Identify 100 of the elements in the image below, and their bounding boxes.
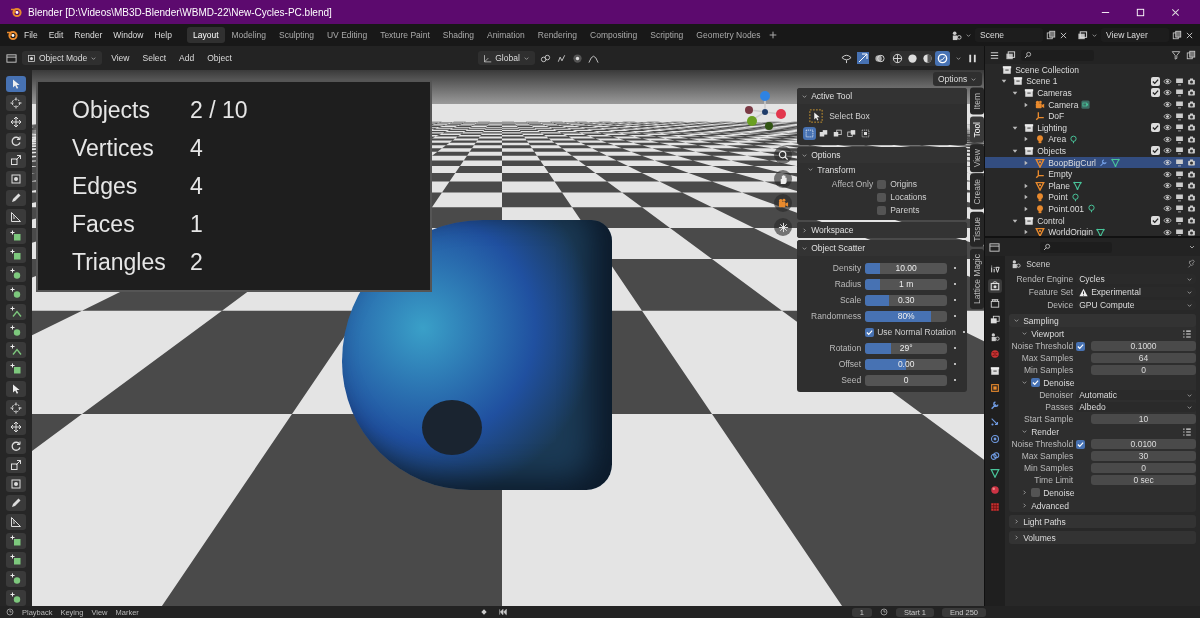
slider[interactable]: 29°	[865, 342, 948, 354]
outliner-item-name: Empty	[1048, 169, 1073, 180]
outliner-row[interactable]: Area	[985, 133, 1200, 146]
outliner-row[interactable]: DoF	[985, 110, 1200, 122]
panel-header[interactable]: Active Tool	[797, 88, 968, 104]
number-field[interactable]: 0 sec	[1091, 474, 1196, 486]
outliner-item-name: Cameras	[1037, 88, 1072, 98]
panel-header[interactable]: Object Scatter	[797, 240, 968, 256]
number-field[interactable]: 64	[1091, 352, 1196, 364]
panel-header[interactable]: Volumes	[1009, 531, 1196, 544]
panel-header[interactable]: Sampling	[1009, 314, 1196, 327]
workspace-tab[interactable]: Texture Paint	[374, 27, 436, 43]
outliner-row[interactable]: Scene Collection	[985, 64, 1200, 76]
outliner-item-name: BoopBigCurl	[1048, 157, 1096, 168]
stat-value: 1	[190, 210, 204, 238]
slider[interactable]: 0.00	[865, 358, 948, 370]
outliner-row[interactable]: Point	[985, 191, 1200, 204]
slider[interactable]: 10.00	[865, 262, 948, 274]
outliner-row[interactable]: WorldOrigin	[985, 226, 1200, 236]
outliner-row[interactable]: Scene 1	[985, 75, 1200, 88]
workspace-tab[interactable]: Animation	[480, 27, 531, 43]
menu-item[interactable]: Add	[175, 51, 199, 65]
subpanel-header[interactable]: Viewport	[1009, 327, 1196, 340]
slider[interactable]: 0	[865, 374, 948, 386]
workspace-tab[interactable]: UV Editing	[320, 27, 374, 43]
outliner-row[interactable]: Empty	[985, 168, 1200, 180]
outliner-row[interactable]: Camera	[985, 98, 1200, 111]
number-field[interactable]: 10	[1091, 413, 1196, 425]
field-label: Denoiser	[1038, 390, 1074, 400]
number-field[interactable]: 30	[1091, 450, 1196, 462]
workspace-tab[interactable]: Sculpting	[273, 27, 320, 43]
outliner-item-name: Objects	[1037, 145, 1066, 156]
checkbox-label: Parents	[890, 205, 920, 215]
workspace-tab[interactable]: Modeling	[225, 27, 272, 43]
field-label: Time Limit	[1033, 475, 1074, 485]
menu-item[interactable]: Window	[108, 28, 149, 42]
checkbox-label: Locations	[890, 192, 927, 202]
slider[interactable]: 0.30	[865, 294, 948, 306]
number-field[interactable]: 0	[1091, 462, 1196, 474]
subpanel-header[interactable]: Denoise	[1009, 376, 1196, 389]
outliner-item-name: Point.001	[1048, 203, 1085, 214]
number-field[interactable]: 0.0100	[1091, 438, 1196, 450]
number-field[interactable]: 0	[1091, 364, 1196, 376]
workspace-tab[interactable]: Layout	[186, 27, 225, 43]
field-label: Feature Set	[1027, 287, 1074, 297]
field-label: Seed	[840, 375, 862, 385]
subpanel-header[interactable]: Denoise	[1009, 486, 1196, 499]
panel-header[interactable]: Options	[797, 147, 968, 163]
number-field[interactable]: 0.1000	[1091, 340, 1196, 352]
dropdown-field[interactable]: Albedo	[1076, 401, 1196, 413]
stat-label: Edges	[72, 172, 139, 200]
outliner-item-name: Plane	[1048, 180, 1070, 191]
outliner-row[interactable]: BoopBigCurl	[985, 156, 1200, 169]
workspace-tab[interactable]: Scripting	[644, 27, 690, 43]
menu-item[interactable]: Edit	[43, 28, 69, 42]
menu-item[interactable]: Object	[203, 51, 236, 65]
workspace-tab[interactable]: Compositing	[584, 27, 644, 43]
subpanel-header[interactable]: Transform	[797, 163, 968, 176]
outliner-row[interactable]: Point.001	[985, 203, 1200, 215]
field-label: Passes	[1044, 402, 1074, 412]
field-label: Randomness	[810, 311, 862, 321]
field-label: Radius	[833, 279, 862, 289]
stat-value: 4	[190, 172, 204, 200]
stat-value: 4	[190, 134, 204, 162]
menu-item[interactable]: Render	[69, 28, 108, 42]
workspace-tab[interactable]: Rendering	[531, 27, 583, 43]
menu-item[interactable]: File	[19, 28, 43, 42]
subpanel-header[interactable]: Advanced	[1009, 499, 1196, 512]
field-label: Max Samples	[1020, 451, 1074, 461]
menu-item[interactable]: View	[107, 51, 134, 65]
workspace-tab[interactable]: Shading	[436, 27, 480, 43]
workspace-tab[interactable]: Geometry Nodes	[690, 27, 767, 43]
outliner-row[interactable]: Cameras	[985, 87, 1200, 99]
field-label: Device	[1046, 300, 1074, 310]
menu-item[interactable]: Select	[138, 51, 171, 65]
field-label: Start Sample	[1023, 414, 1074, 424]
orientation-dropdown[interactable]: Global	[478, 51, 535, 65]
scene-field[interactable]: Scene	[975, 28, 1043, 42]
options-dropdown[interactable]: Options	[932, 72, 983, 86]
field-label: Min Samples	[1023, 365, 1074, 375]
stat-value: 2	[190, 248, 204, 276]
outliner-item-name: WorldOrigin	[1048, 227, 1093, 236]
stat-value: 2 / 10	[190, 96, 249, 124]
slider[interactable]: 1 m	[865, 278, 948, 290]
panel-header[interactable]: Light Paths	[1009, 515, 1196, 528]
outliner-item-name: Scene Collection	[1015, 64, 1079, 75]
mode-dropdown[interactable]: Object Mode	[22, 51, 103, 65]
outliner-row[interactable]: Plane	[985, 179, 1200, 192]
outliner-row[interactable]: Objects	[985, 145, 1200, 157]
dropdown-field[interactable]: Automatic	[1076, 389, 1196, 401]
field-label: Affect Only	[830, 179, 874, 189]
checkbox-label: Origins	[890, 179, 918, 189]
panel-header[interactable]: Workspace	[797, 222, 968, 238]
field-label: Rotation	[828, 343, 862, 353]
view-layer-field[interactable]: View Layer	[1101, 28, 1169, 42]
menu-item[interactable]: Help	[149, 28, 177, 42]
slider[interactable]: 80%	[865, 310, 948, 322]
subpanel-header[interactable]: Render	[1009, 425, 1196, 438]
outliner-row[interactable]: Lighting	[985, 121, 1200, 134]
outliner-row[interactable]: Control	[985, 214, 1200, 227]
